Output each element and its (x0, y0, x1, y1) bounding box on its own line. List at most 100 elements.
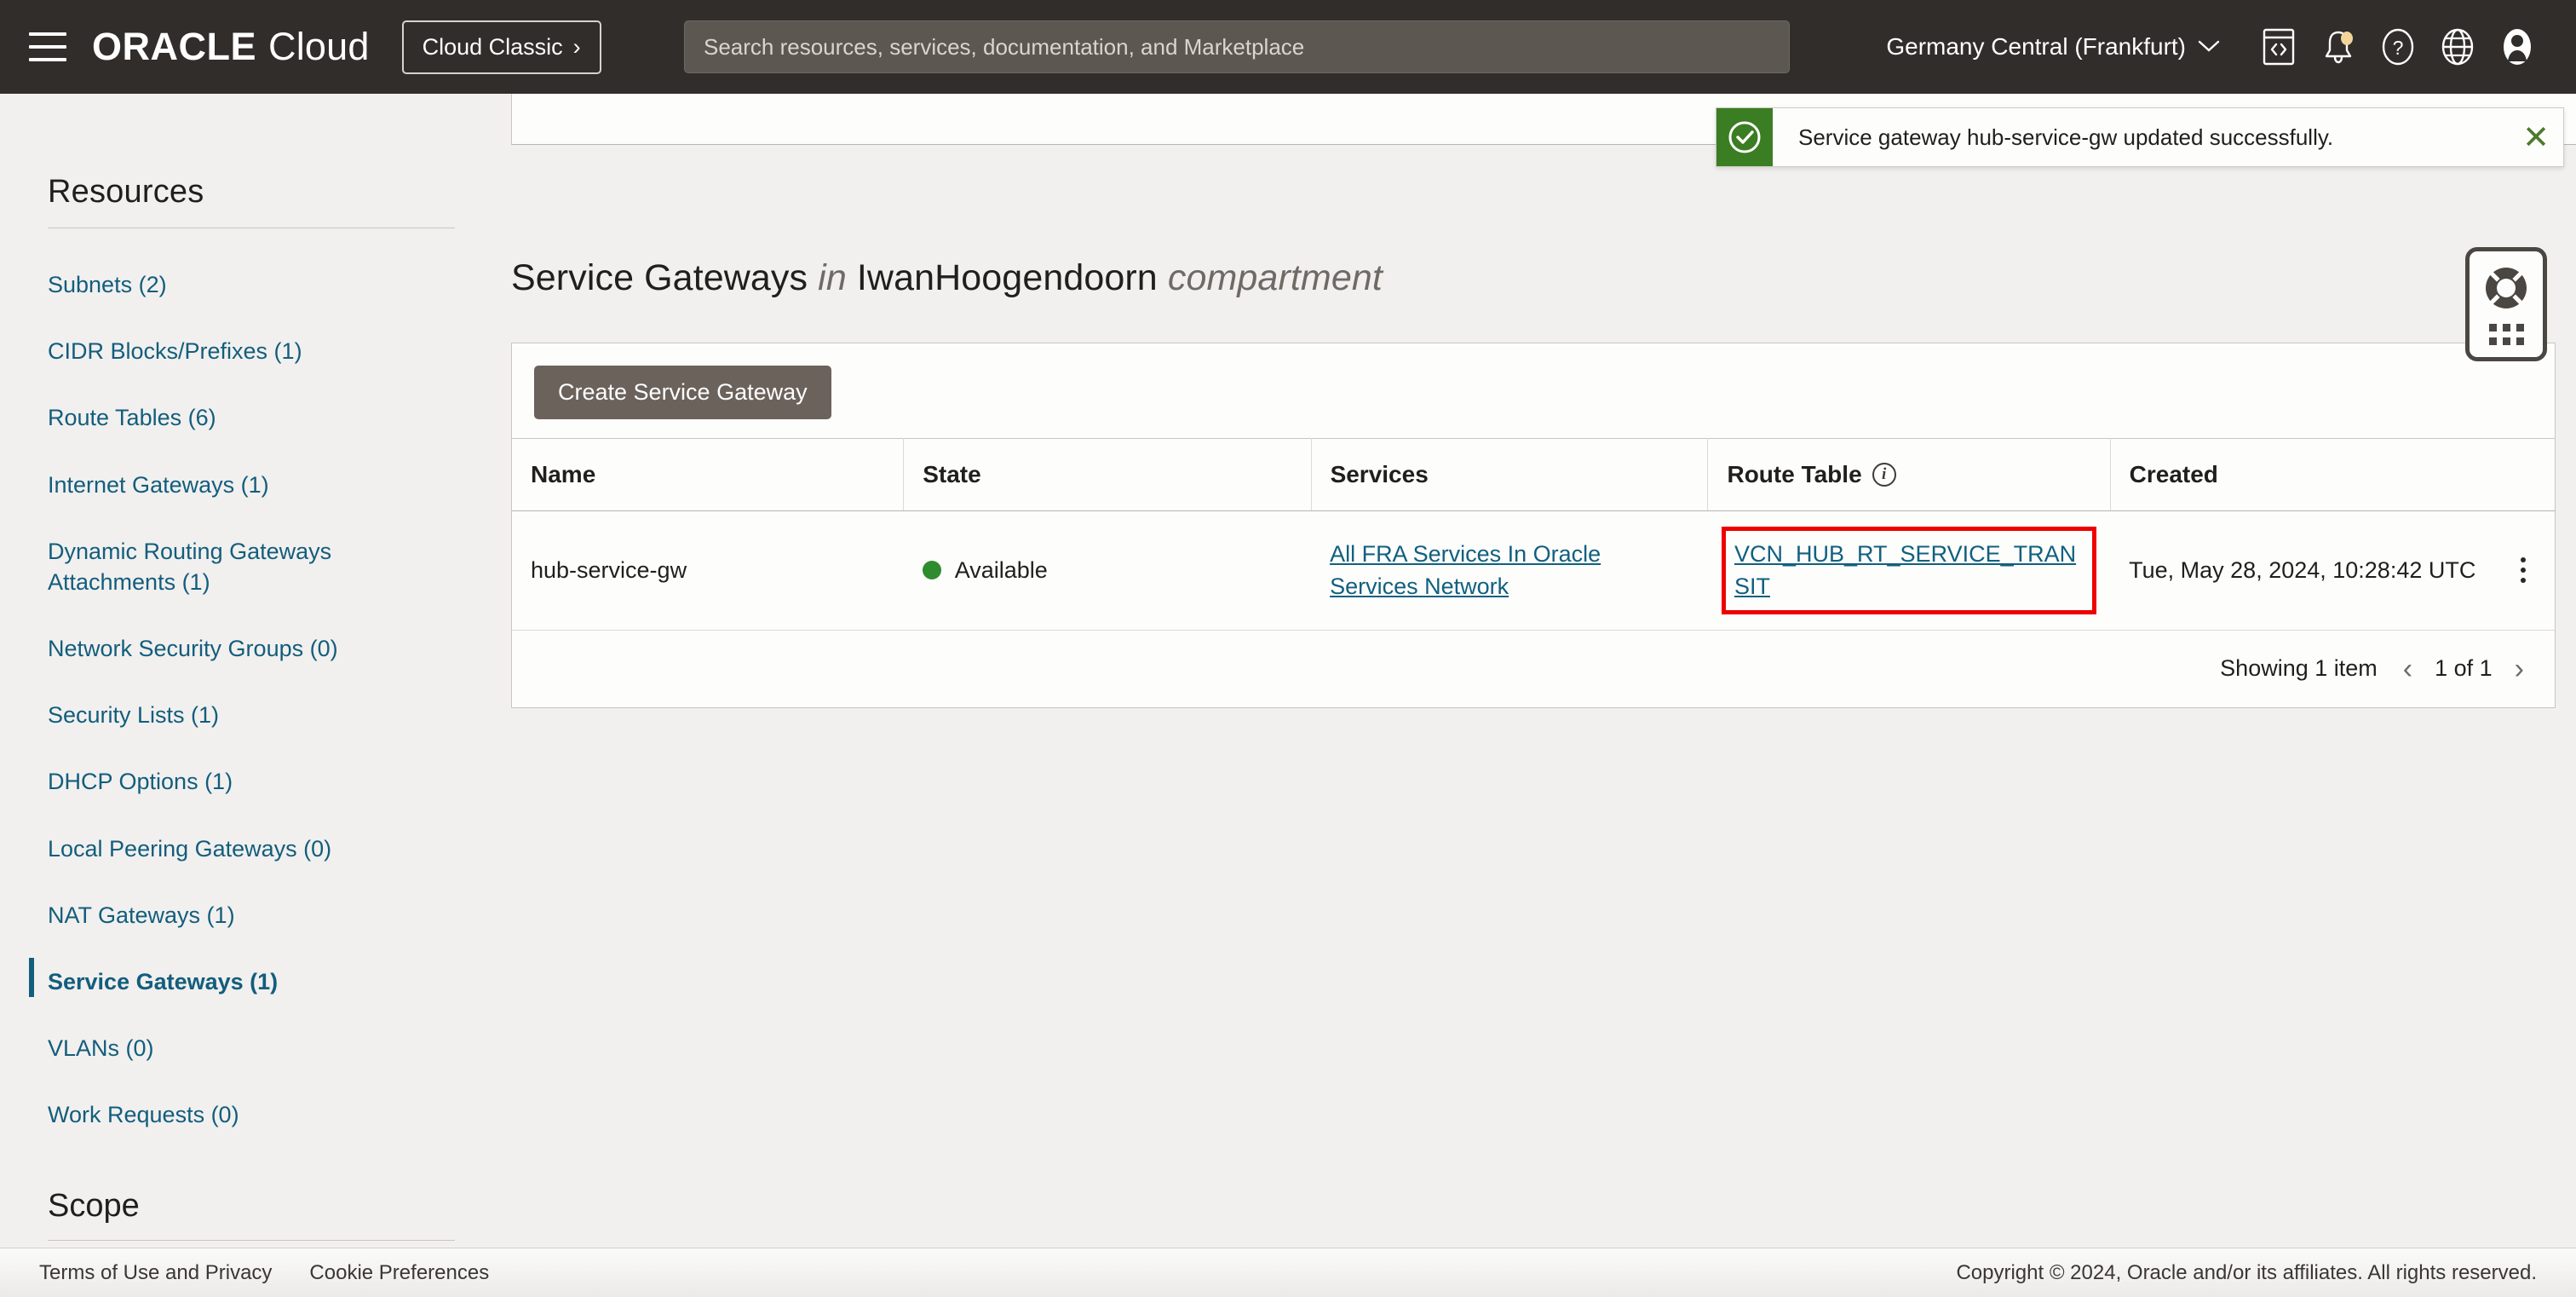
sidebar-item-route-tables[interactable]: Route Tables (6) (48, 392, 455, 443)
column-header-label: Services (1331, 461, 1429, 488)
services-link[interactable]: All FRA Services In Oracle Services Netw… (1330, 541, 1601, 599)
cell-created: Tue, May 28, 2024, 10:28:42 UTC (2110, 511, 2555, 631)
sidebar-item-dhcp-options[interactable]: DHCP Options (1) (48, 756, 455, 807)
sidebar-item-label[interactable]: Work Requests (0) (48, 1099, 455, 1130)
create-service-gateway-button[interactable]: Create Service Gateway (534, 366, 831, 419)
sidebar-item-label[interactable]: Dynamic Routing Gateways Attachments (1) (48, 536, 455, 597)
chevron-right-icon: › (573, 36, 581, 59)
table-toolbar: Create Service Gateway (512, 343, 2555, 438)
column-header-label: Name (531, 461, 595, 488)
life-ring-help-icon (2481, 263, 2531, 317)
route-table-link[interactable]: VCN_HUB_RT_SERVICE_TRANSIT (1734, 541, 2076, 599)
pagination-controls: ‹ 1 of 1 › (2403, 654, 2524, 683)
kebab-menu-icon[interactable] (2510, 557, 2536, 583)
route-table-highlight-box: VCN_HUB_RT_SERVICE_TRANSIT (1722, 527, 2096, 614)
table-body: hub-service-gw Available All FRA Service… (512, 511, 2555, 631)
resources-heading: Resources (48, 94, 455, 228)
status-dot-icon (923, 561, 941, 579)
column-header-name[interactable]: Name (512, 439, 904, 511)
notifications-bell-icon[interactable] (2309, 17, 2368, 77)
sidebar-item-drg-attachments[interactable]: Dynamic Routing Gateways Attachments (1) (48, 526, 455, 608)
language-globe-icon[interactable] (2428, 17, 2487, 77)
cookie-preferences-link[interactable]: Cookie Preferences (309, 1261, 489, 1285)
sidebar-item-service-gateways[interactable]: Service Gateways (1) (48, 956, 455, 1007)
column-header-services[interactable]: Services (1311, 439, 1708, 511)
column-header-created[interactable]: Created (2110, 439, 2555, 511)
sidebar-item-label[interactable]: Network Security Groups (0) (48, 633, 455, 664)
info-icon[interactable]: i (1872, 463, 1896, 487)
page-footer: Terms of Use and Privacy Cookie Preferen… (0, 1248, 2576, 1297)
sidebar-item-label[interactable]: CIDR Blocks/Prefixes (1) (48, 336, 455, 366)
cell-services: All FRA Services In Oracle Services Netw… (1311, 511, 1708, 631)
scope-divider (48, 1240, 455, 1241)
table-footer: Showing 1 item ‹ 1 of 1 › (512, 631, 2555, 707)
success-check-circle-icon (1716, 108, 1773, 166)
column-header-route-table[interactable]: Route Table i (1708, 439, 2110, 511)
status-badge: Available (955, 557, 1048, 584)
page-title-in: in (818, 257, 847, 298)
sidebar-item-local-peering-gateways[interactable]: Local Peering Gateways (0) (48, 823, 455, 874)
svg-text:?: ? (2393, 37, 2404, 59)
close-icon[interactable]: ✕ (2509, 108, 2563, 166)
sidebar-item-label[interactable]: Service Gateways (1) (48, 966, 455, 997)
service-gateways-table-card: Create Service Gateway Name State Servic… (511, 343, 2556, 708)
region-selector[interactable]: Germany Central (Frankfurt) (1872, 25, 2234, 69)
service-gateways-table: Name State Services Route Table i (512, 438, 2555, 631)
sidebar-item-work-requests[interactable]: Work Requests (0) (48, 1089, 455, 1140)
user-avatar-icon[interactable] (2487, 17, 2547, 77)
sidebar-item-label[interactable]: Subnets (2) (48, 269, 455, 300)
table-header-row: Name State Services Route Table i (512, 439, 2555, 511)
column-header-label: State (923, 461, 980, 488)
sidebar-item-network-security-groups[interactable]: Network Security Groups (0) (48, 623, 455, 674)
sidebar-item-label[interactable]: DHCP Options (1) (48, 766, 455, 797)
sidebar-item-label[interactable]: NAT Gateways (1) (48, 900, 455, 931)
sidebar-item-label[interactable]: Security Lists (1) (48, 700, 455, 730)
toast-message: Service gateway hub-service-gw updated s… (1773, 124, 2509, 151)
success-toast-notification: Service gateway hub-service-gw updated s… (1716, 107, 2564, 167)
sidebar-item-cidr-blocks[interactable]: CIDR Blocks/Prefixes (1) (48, 326, 455, 377)
sidebar-item-nat-gateways[interactable]: NAT Gateways (1) (48, 890, 455, 941)
help-question-icon[interactable]: ? (2368, 17, 2428, 77)
sidebar-item-internet-gateways[interactable]: Internet Gateways (1) (48, 459, 455, 510)
help-floating-widget[interactable] (2465, 247, 2547, 361)
cell-name: hub-service-gw (512, 511, 904, 631)
sidebar-item-label[interactable]: VLANs (0) (48, 1033, 455, 1064)
sidebar-item-label[interactable]: Internet Gateways (1) (48, 470, 455, 500)
sidebar-resource-list: Subnets (2) CIDR Blocks/Prefixes (1) Rou… (48, 259, 455, 1140)
showing-count-label: Showing 1 item (2220, 655, 2378, 682)
region-label: Germany Central (Frankfurt) (1886, 33, 2186, 61)
cell-route-table: VCN_HUB_RT_SERVICE_TRANSIT (1708, 511, 2110, 631)
hamburger-menu-icon[interactable] (29, 32, 66, 61)
previous-page-icon[interactable]: ‹ (2403, 654, 2412, 683)
sidebar-item-label[interactable]: Local Peering Gateways (0) (48, 833, 455, 864)
search-container (601, 20, 1873, 73)
brand-cloud-text: Cloud (268, 25, 370, 69)
resources-sidebar: Resources Subnets (2) CIDR Blocks/Prefix… (0, 94, 503, 1271)
grid-dots-drag-handle[interactable] (2489, 324, 2524, 345)
search-input[interactable] (684, 20, 1790, 73)
sidebar-item-vlans[interactable]: VLANs (0) (48, 1023, 455, 1074)
page-title: Service Gateways in IwanHoogendoorn comp… (511, 257, 1383, 299)
copyright-text: Copyright © 2024, Oracle and/or its affi… (1956, 1261, 2537, 1285)
oracle-cloud-logo[interactable]: ORACLE Cloud (92, 25, 370, 69)
sidebar-item-security-lists[interactable]: Security Lists (1) (48, 689, 455, 741)
table-row[interactable]: hub-service-gw Available All FRA Service… (512, 511, 2555, 631)
chevron-down-icon (2198, 36, 2220, 58)
sidebar-item-subnets[interactable]: Subnets (2) (48, 259, 455, 310)
scope-heading: Scope (48, 1156, 455, 1240)
next-page-icon[interactable]: › (2515, 654, 2524, 683)
column-header-label: Route Table (1727, 461, 1861, 488)
column-header-label: Created (2130, 461, 2218, 488)
top-navigation-bar: ORACLE Cloud Cloud Classic › Germany Cen… (0, 0, 2576, 94)
column-header-state[interactable]: State (904, 439, 1311, 511)
nav-right-group: Germany Central (Frankfurt) ? (1872, 17, 2547, 77)
page-indicator: 1 of 1 (2435, 655, 2493, 682)
created-timestamp: Tue, May 28, 2024, 10:28:42 UTC (2129, 557, 2475, 584)
table-header: Name State Services Route Table i (512, 439, 2555, 511)
terms-of-use-link[interactable]: Terms of Use and Privacy (39, 1261, 272, 1285)
page-title-compartment-word: compartment (1168, 257, 1383, 298)
cloud-shell-code-icon[interactable] (2249, 17, 2309, 77)
page-title-resource: Service Gateways (511, 257, 808, 298)
sidebar-item-label[interactable]: Route Tables (6) (48, 402, 455, 433)
cloud-classic-button[interactable]: Cloud Classic › (402, 20, 601, 74)
